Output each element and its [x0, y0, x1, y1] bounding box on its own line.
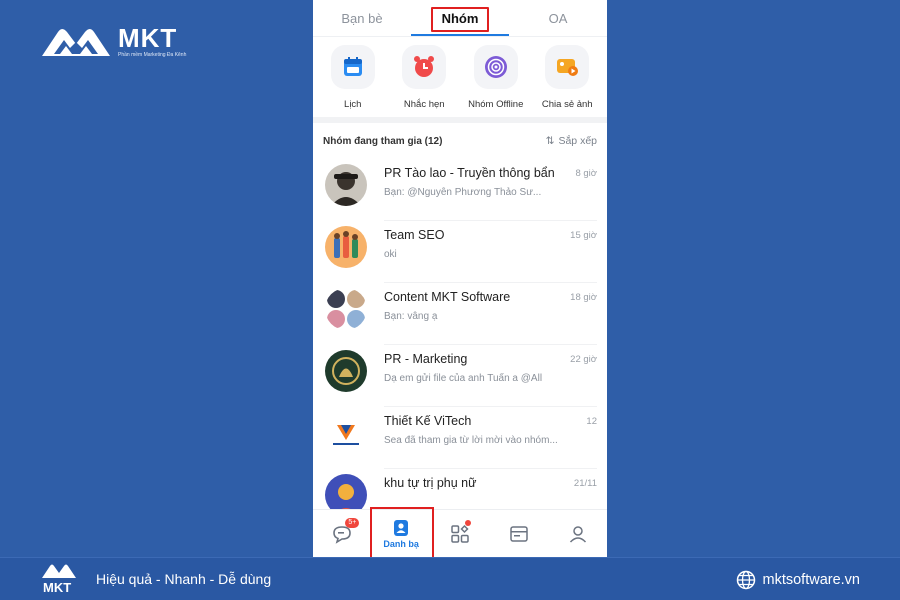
group-time: 18 giờ [570, 292, 597, 303]
svg-text:MKT: MKT [43, 580, 71, 595]
nav-timeline[interactable] [494, 512, 544, 556]
group-row[interactable]: Content MKT Software Bạn: vâng ạ 18 giờ [313, 283, 607, 345]
shortcut-offline-group[interactable]: Nhóm Offline [461, 45, 531, 117]
group-time: 15 giờ [570, 230, 597, 241]
brand-name: MKT [118, 22, 178, 53]
nav-highlight-box [370, 506, 435, 557]
group-row[interactable]: Thiết Kế ViTech Sea đã tham gia từ lời m… [313, 407, 607, 469]
sort-button[interactable]: ⇅ Sắp xếp [546, 135, 597, 147]
bottom-navigation: 5+ Danh bạ [313, 506, 607, 557]
photo-share-icon [545, 45, 590, 89]
group-time: 12 [586, 416, 597, 427]
group-last-message: Bạn: @Nguyễn Phương Thảo Sư... [384, 187, 542, 198]
groups-count-title: Nhóm đang tham gia (12) [323, 135, 443, 147]
group-avatar [325, 288, 367, 330]
group-name: Team SEO [384, 228, 445, 242]
shortcut-row: Lịch Nhắc hẹn Nhóm Offline Chia sẻ ảnh [313, 37, 607, 117]
group-last-message: Bạn: vâng ạ [384, 311, 438, 322]
user-profile-icon [569, 525, 586, 543]
group-row[interactable]: PR Tào lao - Truyền thông bẩn Bạn: @Nguy… [313, 159, 607, 221]
group-name: Thiết Kế ViTech [384, 414, 472, 428]
nav-messages[interactable]: 5+ [317, 512, 367, 556]
shortcut-photo-share[interactable]: Chia sẻ ảnh [532, 45, 602, 117]
active-tab-underline [411, 34, 509, 36]
phone-screen: Bạn bè Nhóm OA Lịch Nhắc hẹn Nhóm Offlin… [313, 0, 607, 557]
grid-apps-icon [451, 524, 469, 543]
nav-contacts[interactable]: Danh bạ [370, 506, 435, 557]
group-avatar [325, 412, 367, 454]
group-last-message: Dạ em gửi file của anh Tuấn a @All [384, 373, 543, 384]
calendar-icon [330, 45, 375, 89]
alarm-clock-icon [402, 45, 447, 89]
group-time: 21/11 [573, 478, 597, 489]
group-avatar [325, 350, 367, 392]
group-list: PR Tào lao - Truyền thông bẩn Bạn: @Nguy… [313, 159, 607, 531]
group-row[interactable]: PR - Marketing Dạ em gửi file của anh Tu… [313, 345, 607, 407]
shortcut-reminder-label: Nhắc hẹn [403, 99, 445, 110]
brand-logo: MKT Phần mềm Marketing Đa Kênh [40, 24, 186, 58]
timeline-icon [510, 525, 528, 542]
discover-notification-dot [464, 519, 471, 526]
group-avatar [325, 164, 367, 206]
nav-discover[interactable] [435, 512, 485, 556]
tab-highlight-box [431, 6, 489, 32]
tab-friends[interactable]: Bạn bè [313, 0, 411, 37]
group-avatar [325, 226, 367, 268]
messages-badge: 5+ [345, 517, 360, 528]
group-row[interactable]: Team SEO oki 15 giờ [313, 221, 607, 283]
shortcut-photo-share-label: Chia sẻ ảnh [541, 99, 593, 110]
group-name: PR - Marketing [384, 352, 468, 366]
radar-icon [473, 45, 518, 89]
tab-oa-label: OA [548, 10, 568, 26]
tab-friends-label: Bạn bè [341, 10, 383, 26]
group-name: khu tự trị phụ nữ [384, 476, 477, 490]
shortcut-offline-group-label: Nhóm Offline [468, 99, 524, 110]
shortcut-reminder[interactable]: Nhắc hẹn [389, 45, 459, 117]
footer-logo-icon: MKT [42, 564, 76, 595]
group-time: 8 giờ [575, 168, 597, 179]
shortcut-calendar[interactable]: Lịch [318, 45, 388, 117]
footer-website[interactable]: mktsoftware.vn [736, 570, 861, 590]
footer-slogan: Hiệu quả - Nhanh - Dễ dùng [96, 571, 272, 587]
group-last-message: Sea đã tham gia từ lời mời vào nhóm... [384, 435, 558, 446]
shortcut-calendar-label: Lịch [344, 99, 362, 110]
footer-website-label: mktsoftware.vn [762, 572, 861, 588]
tab-groups[interactable]: Nhóm [411, 0, 509, 37]
globe-icon [736, 570, 755, 590]
group-name: Content MKT Software [384, 290, 511, 304]
sort-icon: ⇅ [545, 135, 555, 147]
footer-bar: MKT Hiệu quả - Nhanh - Dễ dùng mktsoftwa… [0, 557, 900, 600]
group-name: PR Tào lao - Truyền thông bẩn [384, 166, 555, 180]
brand-tagline: Phần mềm Marketing Đa Kênh [118, 51, 187, 58]
groups-section-header: Nhóm đang tham gia (12) ⇅ Sắp xếp [313, 123, 607, 159]
sort-label: Sắp xếp [558, 135, 597, 147]
contact-tabs: Bạn bè Nhóm OA [313, 0, 607, 37]
group-time: 22 giờ [570, 354, 597, 365]
nav-profile[interactable] [553, 512, 603, 556]
tab-oa[interactable]: OA [509, 0, 607, 37]
mountain-logo-icon [42, 29, 110, 56]
group-last-message: oki [384, 249, 397, 260]
